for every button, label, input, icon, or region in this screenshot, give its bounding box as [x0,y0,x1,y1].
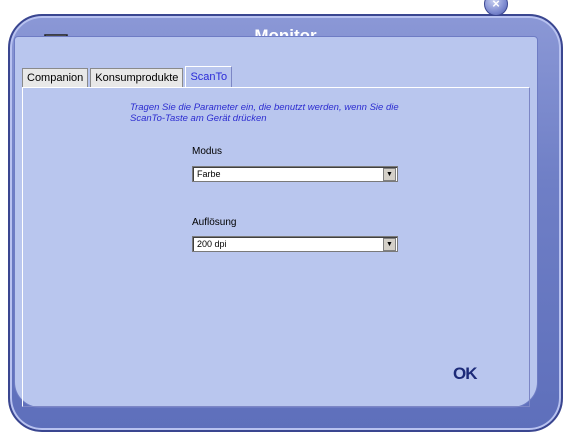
tab-konsumprodukte[interactable]: Konsumprodukte [90,68,184,87]
tab-companion[interactable]: Companion [22,68,89,87]
mode-value: Farbe [197,169,221,179]
resolution-value: 200 dpi [197,239,227,249]
resolution-label: Auflösung [192,217,237,228]
tab-bar: Companion Konsumprodukte ScanTo [22,66,234,88]
instruction-text: Tragen Sie die Parameter ein, die benutz… [130,102,460,124]
dropdown-arrow-icon[interactable]: ▼ [383,238,396,251]
instruction-line-2: ScanTo-Taste am Gerät drücken [130,113,267,124]
resolution-select[interactable]: 200 dpi ▼ [192,236,398,252]
mode-label: Modus [192,146,223,157]
ok-button[interactable]: OK [453,364,477,384]
mode-select[interactable]: Farbe ▼ [192,166,398,182]
tab-scanto[interactable]: ScanTo [185,66,233,87]
instruction-line-1: Tragen Sie die Parameter ein, die benutz… [130,102,399,113]
dropdown-arrow-icon[interactable]: ▼ [383,168,396,181]
